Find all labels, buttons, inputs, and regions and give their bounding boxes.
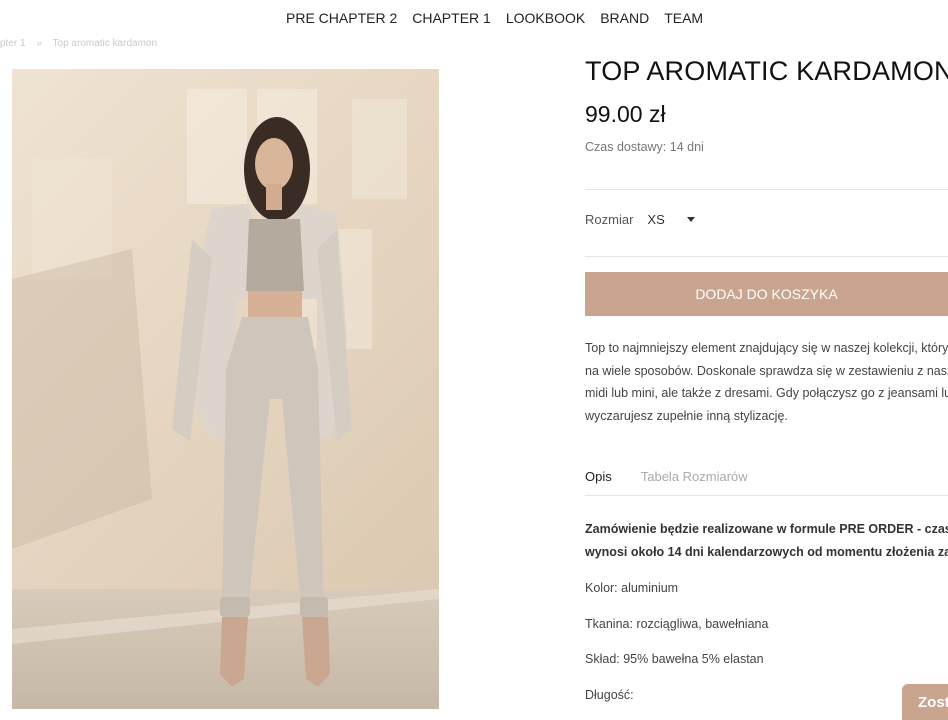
chat-button[interactable]: Zost — [902, 684, 948, 720]
size-row: Rozmiar XS — [585, 212, 695, 227]
preorder-notice-line: Zamówienie będzie realizowane w formule … — [585, 522, 948, 536]
detail-fabric: Tkanina: rozciągliwa, bawełniana — [585, 617, 769, 631]
size-value: XS — [647, 212, 665, 227]
breadcrumb-separator: » — [36, 38, 42, 49]
description-line: na wiele sposobów. Doskonale sprawdza si… — [585, 363, 948, 378]
divider — [585, 189, 948, 190]
product-title: TOP AROMATIC KARDAMON — [585, 56, 948, 86]
description-line: Top to najmniejszy element znajdujący si… — [585, 341, 948, 355]
detail-length: Długość: — [585, 688, 634, 702]
product-price: 99.00 zł — [585, 101, 666, 127]
product-description: Top to najmniejszy element znajdujący si… — [585, 337, 948, 429]
description-line: wyczarujesz zupełnie inną stylizację. — [585, 408, 788, 423]
detail-color: Kolor: aluminium — [585, 581, 679, 595]
nav-item-pre-chapter-2[interactable]: PRE CHAPTER 2 — [286, 10, 397, 26]
product-photo-illustration — [12, 89, 439, 709]
size-label: Rozmiar — [585, 212, 634, 227]
product-photo[interactable] — [12, 69, 439, 709]
product-tabs: Opis Tabela Rozmiarów — [585, 469, 748, 484]
breadcrumb: pter 1 » Top aromatic kardamon — [0, 38, 165, 49]
breadcrumb-current: Top aromatic kardamon — [52, 38, 158, 49]
nav-item-team[interactable]: TEAM — [664, 10, 703, 26]
description-line: midi lub mini, ale także z dresami. Gdy … — [585, 386, 948, 400]
add-to-cart-button[interactable]: DODAJ DO KOSZYKA — [585, 272, 948, 316]
detail-composition: Skład: 95% bawełna 5% elastan — [585, 652, 764, 666]
nav-item-chapter-1[interactable]: CHAPTER 1 — [412, 10, 491, 26]
tab-size-chart[interactable]: Tabela Rozmiarów — [641, 469, 748, 484]
nav-list: PRE CHAPTER 2 CHAPTER 1 LOOKBOOK BRAND T… — [286, 10, 703, 26]
delivery-time: Czas dostawy: 14 dni — [585, 140, 704, 154]
nav-item-brand[interactable]: BRAND — [600, 10, 649, 26]
tab-description[interactable]: Opis — [585, 469, 612, 484]
nav-item-lookbook[interactable]: LOOKBOOK — [506, 10, 585, 26]
divider — [585, 256, 948, 257]
caret-down-icon — [686, 217, 695, 222]
preorder-notice-line: wynosi około 14 dni kalendarzowych od mo… — [585, 545, 948, 559]
size-select[interactable]: XS — [647, 212, 695, 227]
top-navigation: PRE CHAPTER 2 CHAPTER 1 LOOKBOOK BRAND T… — [0, 0, 948, 38]
divider — [585, 495, 948, 496]
breadcrumb-link-chapter[interactable]: pter 1 — [0, 38, 26, 49]
